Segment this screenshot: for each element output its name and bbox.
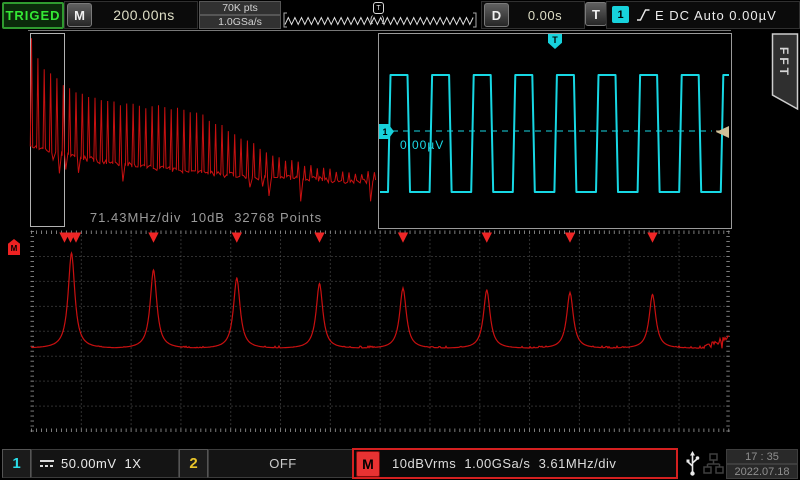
display-top-border xyxy=(28,30,731,31)
trigger-source-badge: 1 xyxy=(612,6,629,23)
dc-coupling-icon xyxy=(40,459,55,468)
horizontal-menu-button[interactable]: M xyxy=(67,3,92,27)
time-display: 17 : 35 xyxy=(726,449,798,464)
trigger-detail: E DC Auto 0.00µV xyxy=(655,2,777,28)
timebase-value: 200.00ns xyxy=(95,2,193,28)
rising-edge-icon xyxy=(636,7,651,23)
lan-icon xyxy=(703,452,724,476)
acquisition-panel: 70K pts 1.0GSa/s xyxy=(199,1,281,28)
delay-menu-button[interactable]: D xyxy=(484,3,509,27)
date-display: 2022.07.18 xyxy=(726,464,798,479)
channel2-badge[interactable]: 2 xyxy=(179,449,208,478)
timebase-panel: M 200.00ns xyxy=(64,1,198,29)
channel1-level-label: 0.00µV xyxy=(400,138,444,152)
channel1-scale: 50.00mV xyxy=(61,456,117,471)
fft-tab-label: FFT xyxy=(777,47,791,78)
trigger-menu-button[interactable]: T xyxy=(585,2,607,26)
trigger-info-panel: 1 E DC Auto 0.00µV xyxy=(606,1,800,29)
time-domain-panel-border xyxy=(378,33,732,229)
oscilloscope-screen: 71.43MHz/div 10dB 32768 Points 0.00µV 1 … xyxy=(0,0,800,480)
channel2-info[interactable]: OFF xyxy=(208,449,358,478)
top-status-bar: TRIGED M 200.00ns 70K pts 1.0GSa/s T ( )… xyxy=(0,0,800,29)
clock-panel: 17 : 35 2022.07.18 xyxy=(726,449,798,478)
math-info-group[interactable]: M 10dBVrms 1.00GSa/s 3.61MHz/div xyxy=(352,448,678,479)
usb-icon xyxy=(684,450,701,477)
fft-zoom-window-bracket[interactable] xyxy=(30,33,65,227)
memory-depth: 70K pts xyxy=(199,1,281,15)
delay-value: 0.00s xyxy=(510,2,580,28)
channel1-badge[interactable]: 1 xyxy=(2,449,31,478)
trigger-status-badge: TRIGED xyxy=(2,2,64,29)
channel1-probe: 1X xyxy=(125,456,142,471)
math-channel-marker[interactable]: M xyxy=(8,239,20,255)
fft-scale-readout: 71.43MHz/div 10dB 32768 Points xyxy=(41,210,371,225)
math-detail: 10dBVrms 1.00GSa/s 3.61MHz/div xyxy=(392,456,616,471)
sample-rate: 1.0GSa/s xyxy=(199,15,281,29)
preview-trigger-brackets: ( ) xyxy=(370,14,388,24)
preview-trigger-flag[interactable]: T xyxy=(373,2,384,14)
delay-panel: D 0.00s xyxy=(481,1,585,29)
channel1-info[interactable]: 50.00mV 1X xyxy=(31,449,179,478)
math-badge[interactable]: M xyxy=(356,451,380,477)
channel2-status: OFF xyxy=(269,456,297,471)
fft-menu-tab[interactable]: FFT xyxy=(770,33,800,111)
waveform-preview[interactable]: T ( ) xyxy=(282,1,479,28)
